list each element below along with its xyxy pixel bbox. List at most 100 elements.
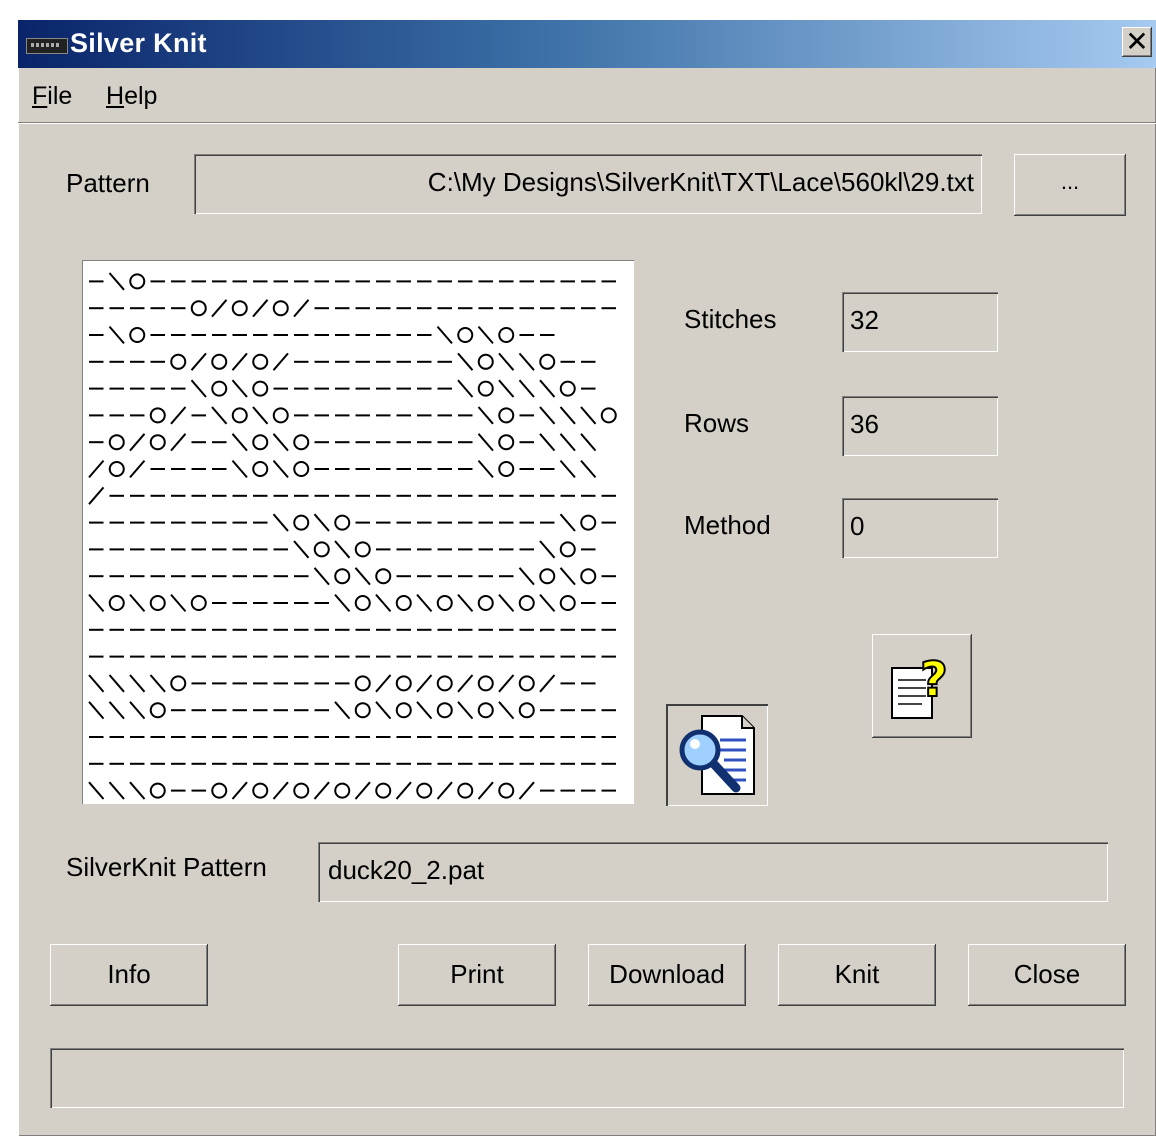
chart-decrease-left bbox=[580, 459, 597, 479]
chart-decrease-left bbox=[498, 701, 515, 720]
silverknit-pattern-label: SilverKnit Pattern bbox=[66, 852, 267, 882]
chart-decrease-left bbox=[88, 781, 105, 800]
stitches-field[interactable]: 32 bbox=[842, 292, 998, 352]
chart-row bbox=[88, 459, 597, 479]
svg-text:?: ? bbox=[920, 652, 948, 708]
chart-yarn-over bbox=[395, 595, 412, 611]
chart-decrease-left bbox=[108, 674, 125, 693]
chart-yarn-over bbox=[436, 702, 453, 719]
chart-row bbox=[89, 379, 596, 398]
silverknit-pattern-field[interactable]: duck20_2.pat bbox=[318, 842, 1108, 902]
close-window-button[interactable]: ✕ bbox=[1122, 27, 1152, 57]
chart-yarn-over bbox=[129, 273, 146, 290]
chart-yarn-over bbox=[580, 568, 597, 585]
chart-row bbox=[89, 325, 555, 345]
pattern-chart-svg bbox=[88, 272, 617, 800]
chart-decrease-left bbox=[436, 325, 453, 345]
chart-decrease-left bbox=[559, 459, 576, 479]
menu-file[interactable]: File bbox=[32, 82, 72, 111]
chart-decrease-left bbox=[559, 433, 576, 452]
chart-decrease-left bbox=[129, 781, 146, 800]
chart-yarn-over bbox=[293, 782, 310, 799]
chart-yarn-over bbox=[252, 353, 269, 370]
status-bar bbox=[50, 1048, 1124, 1108]
chart-yarn-over bbox=[477, 675, 494, 692]
knit-button[interactable]: Knit bbox=[778, 944, 936, 1006]
chart-decrease-left bbox=[231, 459, 248, 479]
chart-decrease-left bbox=[539, 433, 556, 452]
chart-decrease-left bbox=[457, 379, 474, 398]
chart-yarn-over bbox=[498, 327, 515, 343]
preview-document-icon bbox=[679, 715, 755, 795]
preview-button[interactable] bbox=[666, 704, 768, 806]
chart-yarn-over bbox=[293, 434, 310, 451]
chart-row bbox=[88, 701, 616, 720]
chart-yarn-over bbox=[354, 675, 371, 692]
chart-decrease-right bbox=[416, 674, 433, 693]
chart-decrease-left bbox=[272, 459, 289, 479]
chart-decrease-left bbox=[498, 593, 515, 613]
chart-decrease-right bbox=[395, 781, 412, 800]
help-button[interactable]: ? bbox=[872, 634, 972, 738]
info-button[interactable]: Info bbox=[50, 944, 208, 1006]
method-field[interactable]: 0 bbox=[842, 498, 998, 558]
chart-decrease-right bbox=[436, 781, 453, 800]
chart-row bbox=[88, 486, 616, 505]
pattern-path-field[interactable]: C:\My Designs\SilverKnit\TXT\Lace\560kl\… bbox=[194, 154, 982, 214]
chart-yarn-over bbox=[354, 541, 371, 558]
chart-row bbox=[88, 674, 596, 693]
chart-yarn-over bbox=[559, 541, 576, 558]
chart-decrease-left bbox=[252, 406, 269, 425]
chart-yarn-over bbox=[334, 568, 351, 585]
chart-decrease-left bbox=[580, 433, 597, 452]
chart-yarn-over bbox=[498, 461, 515, 477]
print-button[interactable]: Print bbox=[398, 944, 556, 1006]
chart-yarn-over bbox=[498, 782, 515, 799]
chart-row bbox=[88, 781, 616, 800]
browse-button[interactable]: ... bbox=[1014, 154, 1126, 216]
chart-yarn-over bbox=[149, 407, 166, 424]
chart-decrease-right bbox=[88, 459, 105, 479]
close-button[interactable]: Close bbox=[968, 944, 1126, 1006]
chart-decrease-left bbox=[108, 701, 125, 720]
chart-decrease-left bbox=[416, 701, 433, 720]
chart-decrease-left bbox=[477, 325, 494, 345]
chart-yarn-over bbox=[395, 702, 412, 719]
chart-yarn-over bbox=[457, 327, 474, 343]
title-bar[interactable]: Silver Knit ✕ bbox=[18, 20, 1156, 68]
chart-decrease-right bbox=[231, 781, 248, 800]
menu-help[interactable]: Help bbox=[106, 82, 157, 111]
chart-decrease-left bbox=[293, 540, 310, 559]
chart-decrease-left bbox=[272, 433, 289, 452]
chart-decrease-left bbox=[559, 513, 576, 532]
chart-decrease-right bbox=[354, 781, 371, 800]
chart-yarn-over bbox=[498, 434, 515, 451]
chart-yarn-over bbox=[416, 782, 433, 799]
chart-yarn-over bbox=[518, 702, 535, 719]
chart-yarn-over bbox=[211, 353, 228, 370]
chart-decrease-right bbox=[498, 674, 515, 693]
chart-yarn-over bbox=[518, 675, 535, 692]
chart-row bbox=[89, 406, 617, 425]
chart-yarn-over bbox=[559, 380, 576, 397]
chart-row bbox=[89, 433, 597, 452]
download-button[interactable]: Download bbox=[588, 944, 746, 1006]
chart-decrease-left bbox=[334, 593, 351, 613]
chart-decrease-right bbox=[231, 352, 248, 371]
chart-row bbox=[89, 299, 616, 318]
chart-yarn-over bbox=[477, 702, 494, 719]
chart-yarn-over bbox=[190, 595, 207, 611]
chart-yarn-over bbox=[252, 380, 269, 397]
chart-row bbox=[89, 567, 616, 586]
chart-decrease-left bbox=[498, 352, 515, 371]
chart-decrease-right bbox=[457, 674, 474, 693]
chart-yarn-over bbox=[539, 353, 556, 370]
rows-field[interactable]: 36 bbox=[842, 396, 998, 456]
menu-help-hotkey: H bbox=[106, 82, 125, 110]
chart-decrease-left bbox=[129, 701, 146, 720]
chart-yarn-over bbox=[108, 461, 125, 477]
chart-decrease-left bbox=[375, 593, 392, 613]
chart-yarn-over bbox=[170, 675, 187, 692]
chart-yarn-over bbox=[354, 595, 371, 611]
chart-yarn-over bbox=[129, 327, 146, 343]
